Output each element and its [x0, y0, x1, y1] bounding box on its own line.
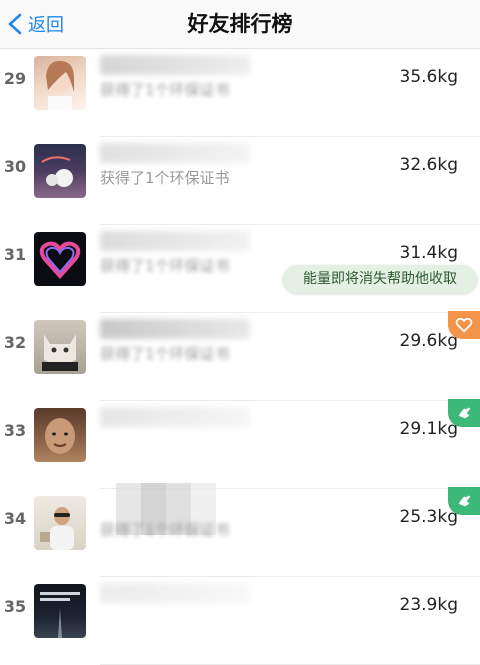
list-item[interactable]: 35 23.9kg — [0, 577, 480, 665]
friend-name-blurred — [100, 583, 250, 603]
friend-name-blurred — [100, 55, 250, 75]
rank-number: 35 — [3, 597, 27, 616]
avatar[interactable] — [34, 496, 86, 550]
chevron-left-icon — [8, 13, 22, 35]
energy-weight: 29.6kg — [399, 331, 459, 351]
hand-badge[interactable] — [448, 487, 480, 515]
energy-weight: 31.4kg — [399, 243, 459, 263]
energy-weight: 29.1kg — [399, 419, 459, 439]
energy-weight: 35.6kg — [399, 67, 459, 87]
list-item[interactable]: 30 获得了1个环保证书 32.6kg — [0, 137, 480, 225]
back-button[interactable]: 返回 — [6, 8, 64, 40]
friend-subtitle: 获得了1个环保证书 — [100, 345, 230, 363]
friend-subtitle: 获得了1个环保证书 — [100, 169, 230, 187]
friend-name-blurred — [100, 231, 250, 251]
avatar[interactable] — [34, 584, 86, 638]
hand-icon — [458, 495, 470, 507]
rank-number: 33 — [3, 421, 27, 440]
hand-icon — [458, 407, 470, 419]
friend-subtitle: 获得了1个环保证书 — [100, 257, 230, 275]
friend-name-blurred — [100, 319, 250, 339]
friend-name-blurred — [100, 407, 250, 427]
avatar[interactable] — [34, 56, 86, 110]
hand-badge[interactable] — [448, 399, 480, 427]
friend-subtitle: 获得了1个环保证书 — [100, 81, 230, 99]
rank-number: 29 — [3, 69, 27, 88]
avatar[interactable] — [34, 320, 86, 374]
friend-name-blurred — [100, 143, 250, 163]
rank-number: 32 — [3, 333, 27, 352]
page-title: 好友排行榜 — [187, 12, 293, 36]
list-item[interactable]: 33 29.1kg — [0, 399, 480, 489]
avatar[interactable] — [34, 408, 86, 462]
nav-bar: 返回 好友排行榜 — [0, 0, 480, 49]
friend-subtitle: 获得了1个环保证书 — [100, 521, 230, 539]
avatar[interactable] — [34, 232, 86, 286]
rank-number: 31 — [3, 245, 27, 264]
list-item[interactable]: 29 获得了1个环保证书 35.6kg — [0, 49, 480, 137]
energy-weight: 25.3kg — [399, 507, 459, 527]
list-item[interactable]: 32 获得了1个环保证书 29.6kg — [0, 311, 480, 401]
energy-tooltip: 能量即将消失帮助他收取 — [283, 265, 477, 293]
avatar[interactable] — [34, 144, 86, 198]
rank-number: 30 — [3, 157, 27, 176]
heart-icon — [455, 317, 473, 333]
list-item[interactable]: 34 获得了1个环保证书 25.3kg — [0, 483, 480, 577]
energy-weight: 32.6kg — [399, 155, 459, 175]
energy-weight: 23.9kg — [399, 595, 459, 615]
back-label: 返回 — [28, 15, 64, 36]
rank-number: 34 — [3, 509, 27, 528]
heart-badge[interactable] — [448, 311, 480, 339]
